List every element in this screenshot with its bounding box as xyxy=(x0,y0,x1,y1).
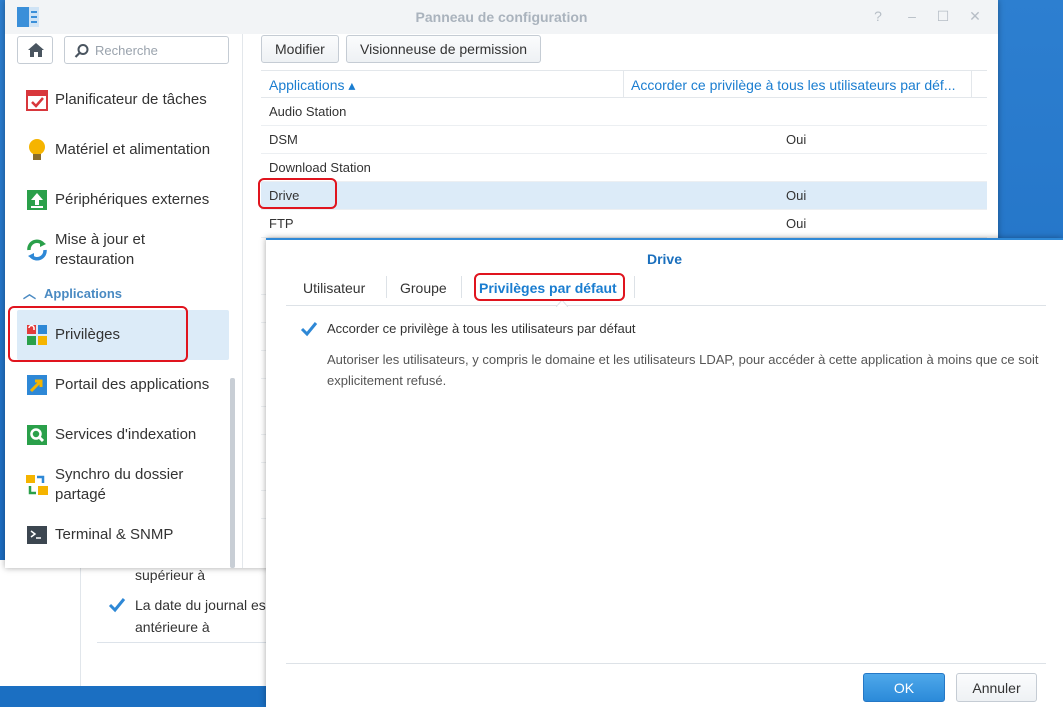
sidebar-item-label: Privilèges xyxy=(55,326,121,343)
cancel-button[interactable]: Annuler xyxy=(956,673,1037,702)
sidebar-item-update-restore[interactable]: Mise à jour et restauration xyxy=(17,225,229,275)
search-input[interactable] xyxy=(95,41,225,59)
sidebar-item-label: Portail des applications xyxy=(55,376,210,393)
ok-button[interactable]: OK xyxy=(863,673,945,702)
default-privilege-description: Autoriser les utilisateurs, y compris le… xyxy=(327,352,1039,388)
minimize-icon[interactable]: – xyxy=(903,8,921,24)
default-privilege-label[interactable]: Accorder ce privilège à tous les utilisa… xyxy=(327,321,636,336)
terminal-icon xyxy=(27,526,47,544)
column-header-default-privilege[interactable]: Accorder ce privilège à tous les utilisa… xyxy=(631,77,967,93)
search-icon xyxy=(74,44,89,58)
cell-application: DSM xyxy=(269,132,298,147)
title-bar[interactable]: Panneau de configuration ? – ☐ ✕ xyxy=(5,0,998,34)
window-title: Panneau de configuration xyxy=(415,9,588,25)
table-header: Applications ▴ Accorder ce privilège à t… xyxy=(261,70,987,98)
bg-text-log-date: La date du journal es xyxy=(135,597,266,613)
sidebar-item-label: Planificateur de tâches xyxy=(55,91,207,108)
sidebar-item-label: Périphériques externes xyxy=(55,191,210,208)
chevron-up-icon: ︿ xyxy=(23,286,37,301)
table-row[interactable]: Audio Station xyxy=(261,98,987,126)
task-scheduler-icon xyxy=(26,90,48,111)
maximize-icon[interactable]: ☐ xyxy=(934,8,952,25)
sidebar-scrollbar[interactable] xyxy=(230,378,235,568)
sidebar-item-external-devices[interactable]: Périphériques externes xyxy=(17,175,229,225)
column-divider xyxy=(971,71,972,98)
dialog-tabs: Utilisateur Groupe Privilèges par défaut xyxy=(286,274,1046,307)
table-row-selected[interactable]: Drive Oui xyxy=(261,182,987,210)
sidebar-item-task-scheduler[interactable]: Planificateur de tâches xyxy=(17,75,229,125)
search-box[interactable] xyxy=(64,36,229,64)
app-portal-icon xyxy=(27,375,47,395)
sidebar-item-hardware-power[interactable]: Matériel et alimentation xyxy=(17,125,229,175)
dialog-title: Drive xyxy=(646,251,683,267)
sidebar-item-label: Services d'indexation xyxy=(55,426,197,443)
sidebar-item-label: Synchro du dossier partagé xyxy=(55,466,184,503)
sidebar-item-terminal-snmp[interactable]: Terminal & SNMP xyxy=(17,510,229,560)
home-button[interactable] xyxy=(17,36,53,64)
table-row[interactable]: Download Station xyxy=(261,154,987,182)
tab-divider xyxy=(386,276,387,298)
indexing-icon xyxy=(27,425,47,445)
sidebar-item-label: Terminal & SNMP xyxy=(55,526,174,543)
lightbulb-icon xyxy=(29,139,45,160)
column-divider xyxy=(623,71,624,98)
sidebar-section-applications[interactable]: ︿ Applications xyxy=(23,283,122,302)
applications-table: Applications ▴ Accorder ce privilège à t… xyxy=(261,70,987,238)
table-row[interactable]: DSM Oui xyxy=(261,126,987,154)
tab-user[interactable]: Utilisateur xyxy=(303,280,365,296)
cell-application: Download Station xyxy=(269,160,371,175)
column-header-applications[interactable]: Applications ▴ xyxy=(269,77,355,94)
sidebar-item-indexing[interactable]: Services d'indexation xyxy=(17,410,229,460)
cell-application: Drive xyxy=(269,188,300,203)
tab-indicator-caret xyxy=(556,299,568,307)
section-label: Applications xyxy=(44,286,123,301)
tab-divider xyxy=(634,276,635,298)
default-privilege-checkbox[interactable] xyxy=(300,320,318,338)
cell-application: FTP xyxy=(269,216,294,231)
divider xyxy=(97,642,270,643)
sidebar-item-label: Mise à jour et restauration xyxy=(55,231,146,268)
table-row[interactable]: FTP Oui xyxy=(261,210,987,238)
sidebar: Planificateur de tâches Matériel et alim… xyxy=(5,34,243,568)
cell-default-privilege: Oui xyxy=(786,132,807,147)
permission-viewer-button[interactable]: Visionneuse de permission xyxy=(346,35,542,63)
close-icon[interactable]: ✕ xyxy=(966,8,984,25)
edit-button[interactable]: Modifier xyxy=(261,35,339,63)
sidebar-item-privileges[interactable]: Privilèges xyxy=(17,310,229,360)
external-device-icon xyxy=(27,190,47,210)
checkmark-icon[interactable] xyxy=(108,596,126,614)
desktop-strip xyxy=(0,686,270,707)
tab-group[interactable]: Groupe xyxy=(400,280,447,296)
sidebar-item-label: Matériel et alimentation xyxy=(55,141,211,158)
drive-privileges-dialog: Drive Utilisateur Groupe Privilèges par … xyxy=(266,238,1063,707)
background-log-window: supérieur à La date du journal es antéri… xyxy=(0,560,270,707)
dialog-footer-divider xyxy=(286,663,1046,664)
sidebar-item-app-portal[interactable]: Portail des applications xyxy=(17,360,229,410)
home-icon xyxy=(28,43,44,57)
privileges-icon xyxy=(27,324,47,345)
cell-default-privilege: Oui xyxy=(786,188,807,203)
update-restore-icon xyxy=(27,239,47,261)
help-icon[interactable]: ? xyxy=(869,8,887,24)
cell-application: Audio Station xyxy=(269,104,347,119)
shared-folder-sync-icon xyxy=(26,475,48,495)
tab-default-privileges[interactable]: Privilèges par défaut xyxy=(479,280,617,296)
sidebar-item-shared-folder-sync[interactable]: Synchro du dossier partagé xyxy=(17,460,229,510)
bg-text-superior: supérieur à xyxy=(135,567,206,583)
tab-divider xyxy=(461,276,462,298)
bg-text-anterior: antérieure à xyxy=(135,619,210,635)
cell-default-privilege: Oui xyxy=(786,216,807,231)
